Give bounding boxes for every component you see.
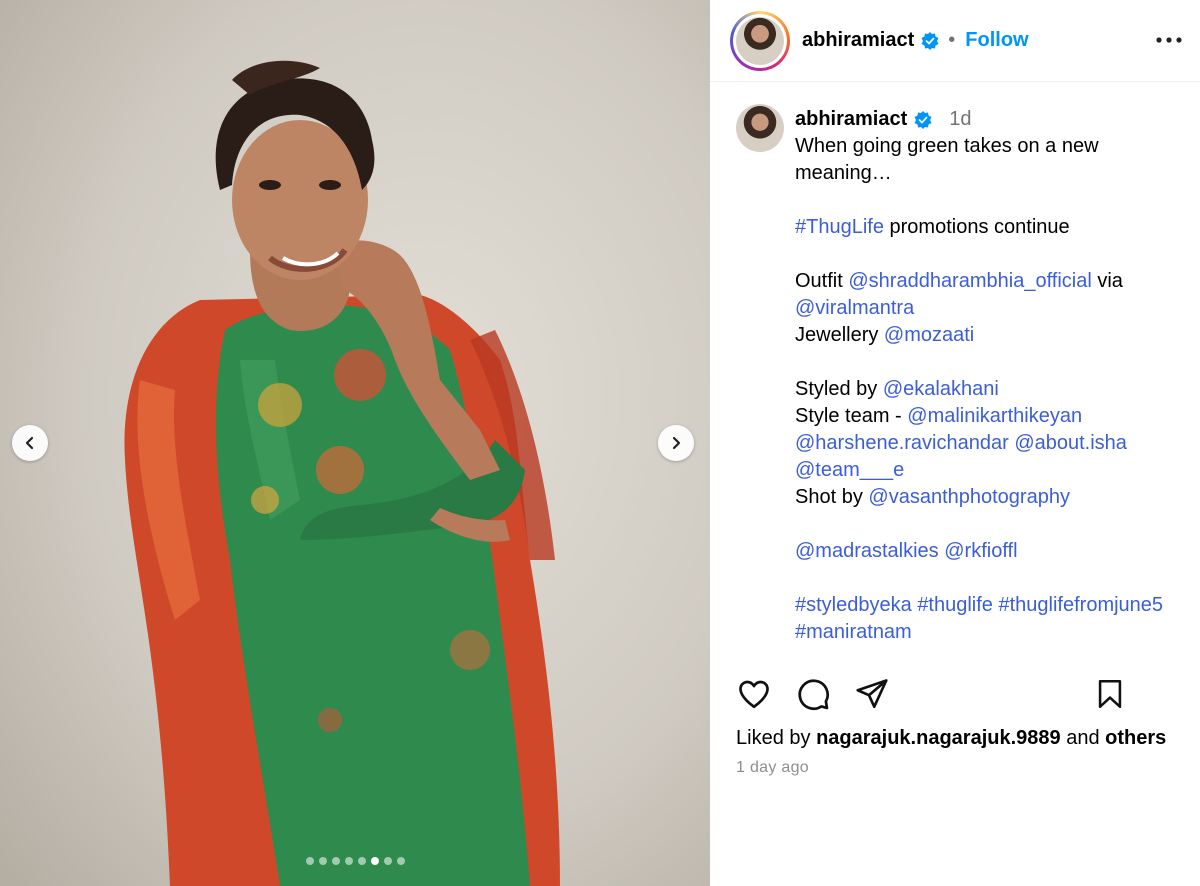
- caption-line: #styledbyeka #thuglife #thuglifefromjune…: [795, 592, 1185, 646]
- caption-text-span: Jewellery: [795, 324, 884, 346]
- carousel-dot: [357, 857, 366, 865]
- likes-middle: and: [1060, 727, 1106, 749]
- carousel-prev-button[interactable]: [12, 425, 48, 461]
- liked-by-user[interactable]: nagarajuk.nagarajuk.9889: [816, 727, 1061, 749]
- mention-link[interactable]: @malinikarthikeyan: [907, 405, 1082, 427]
- caption-line: Styled by @ekalakhani: [795, 376, 1185, 403]
- mention-link[interactable]: @ekalakhani: [883, 378, 999, 400]
- caption-line: Jewellery @mozaati: [795, 322, 1185, 349]
- carousel-dot: [370, 857, 379, 865]
- post-details-panel: abhiramiact • Follow abhiramiact 1d When…: [710, 0, 1200, 886]
- more-options-icon[interactable]: [1154, 30, 1184, 50]
- verified-badge-icon: [914, 110, 932, 129]
- mention-link[interactable]: @rkfioffl: [944, 540, 1017, 562]
- carousel-dot: [383, 857, 392, 865]
- avatar: [736, 17, 784, 65]
- caption-text-span: Outfit: [795, 270, 849, 292]
- caption-text-span: When going green takes on a new meaning…: [795, 135, 1099, 184]
- hashtag-link[interactable]: #thuglifefromjune5: [999, 594, 1164, 616]
- carousel-next-button[interactable]: [658, 425, 694, 461]
- post-media[interactable]: [0, 0, 710, 886]
- caption-line: Shot by @vasanthphotography: [795, 484, 1185, 511]
- likes-summary: Liked by nagarajuk.nagarajuk.9889 and ot…: [736, 727, 1166, 750]
- header-separator: •: [948, 29, 956, 51]
- post-header: abhiramiact • Follow: [710, 0, 1200, 82]
- hashtag-link[interactable]: #styledbyeka: [795, 594, 912, 616]
- bookmark-icon: [1098, 679, 1122, 709]
- caption-text-span: promotions continue: [883, 216, 1070, 238]
- action-bar: [710, 674, 1200, 718]
- caption-avatar[interactable]: [736, 104, 784, 152]
- mention-link[interactable]: @team___e: [795, 459, 904, 481]
- carousel-dot: [305, 857, 314, 865]
- follow-button[interactable]: Follow: [965, 29, 1028, 52]
- like-button[interactable]: [734, 674, 774, 714]
- mention-link[interactable]: @about.isha: [1014, 432, 1127, 454]
- post-time-ago[interactable]: 1 day ago: [736, 759, 809, 777]
- mention-link[interactable]: @shraddharambhia_official: [848, 270, 1091, 292]
- hashtag-link[interactable]: #ThugLife: [795, 216, 884, 238]
- verified-badge-icon: [921, 31, 939, 50]
- caption-username[interactable]: abhiramiact: [795, 106, 907, 133]
- hashtag-link[interactable]: #thuglife: [917, 594, 993, 616]
- caption-line: #ThugLife promotions continue: [795, 214, 1185, 241]
- caption-text: When going green takes on a new meaning……: [795, 133, 1185, 646]
- save-button[interactable]: [1090, 674, 1130, 714]
- caption-text-span: Style team -: [795, 405, 908, 427]
- caption-timestamp[interactable]: 1d: [949, 106, 971, 133]
- mention-link[interactable]: @madrastalkies: [795, 540, 939, 562]
- liked-by-others[interactable]: others: [1105, 727, 1166, 749]
- header-user-row: abhiramiact • Follow: [802, 29, 1029, 52]
- mention-link[interactable]: @harshene.ravichandar: [795, 432, 1009, 454]
- header-username[interactable]: abhiramiact: [802, 29, 914, 52]
- caption-line: Style team - @malinikarthikeyan @harshen…: [795, 403, 1185, 484]
- caption-text-span: Styled by: [795, 378, 883, 400]
- heart-icon: [739, 680, 769, 709]
- caption-text-span: via: [1091, 270, 1123, 292]
- mention-link[interactable]: @vasanthphotography: [868, 486, 1070, 508]
- chevron-right-icon: [672, 436, 681, 450]
- caption-line: Outfit @shraddharambhia_official via @vi…: [795, 268, 1185, 322]
- carousel-indicator: [0, 857, 710, 865]
- share-button[interactable]: [852, 674, 892, 714]
- chevron-left-icon: [25, 436, 34, 450]
- mention-link[interactable]: @viralmantra: [795, 297, 914, 319]
- paper-plane-icon: [856, 679, 888, 709]
- mention-link[interactable]: @mozaati: [884, 324, 974, 346]
- carousel-dot: [396, 857, 405, 865]
- comment-button[interactable]: [793, 674, 833, 714]
- story-avatar[interactable]: [730, 11, 790, 71]
- caption-text-span: Shot by: [795, 486, 869, 508]
- comment-bubble-icon: [798, 679, 829, 710]
- carousel-dot: [318, 857, 327, 865]
- post-photo: [0, 0, 710, 886]
- carousel-dot: [344, 857, 353, 865]
- caption-line: @madrastalkies @rkfioffl: [795, 538, 1185, 565]
- hashtag-link[interactable]: #maniratnam: [795, 621, 912, 643]
- likes-prefix: Liked by: [736, 727, 817, 749]
- carousel-dot: [331, 857, 340, 865]
- caption-line: When going green takes on a new meaning…: [795, 133, 1185, 187]
